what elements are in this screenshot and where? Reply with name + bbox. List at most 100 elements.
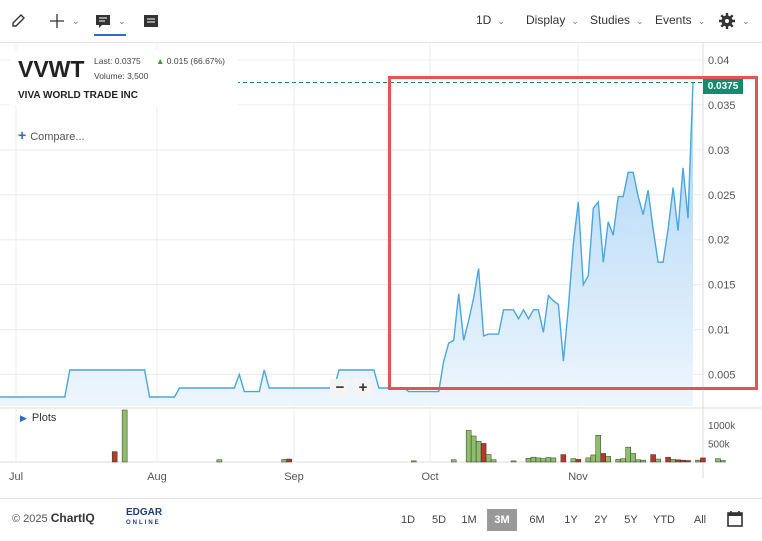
volume-bar [560,454,567,463]
range-button-1y[interactable]: 1Y [560,509,582,531]
chevron-down-icon: ⌄ [72,15,80,26]
range-button-ytd[interactable]: YTD [650,509,678,531]
chevron-down-icon: ⌄ [571,16,579,26]
plots-toggle[interactable]: ▶ Plots [20,412,56,424]
company-name: VIVA WORLD TRADE INC [18,90,138,101]
range-button-all[interactable]: All [689,509,711,531]
range-button-2y[interactable]: 2Y [590,509,612,531]
calendar-icon[interactable] [726,510,744,533]
volume-bar [655,458,661,463]
volume-bar [675,459,681,463]
x-tick-label: Nov [568,471,588,483]
chevron-down-icon: ⌄ [742,15,750,26]
range-button-5d[interactable]: 5D [428,509,450,531]
edgar-logo: EDGAR ONLINE [126,507,163,527]
zoom-out-button[interactable]: − [330,379,350,397]
volume-bar [545,457,552,463]
pencil-icon[interactable] [10,8,28,34]
display-menu[interactable]: Display ⌄ [526,13,579,27]
volume-bar [111,451,118,463]
chartiq-brand: ChartIQ [50,511,95,525]
volume-bar [550,457,557,463]
chevron-down-icon: ⌄ [497,16,505,26]
volume-bar [480,443,487,463]
table-icon[interactable] [142,8,160,34]
y-tick-label: 0.04 [708,55,729,67]
chevron-down-icon: ⌄ [697,16,706,26]
volume-bar [600,453,607,463]
volume-bar [475,440,482,463]
gear-icon[interactable]: ⌄ [718,8,750,34]
x-tick-label: Sep [284,471,304,483]
x-tick-label: Jul [9,471,23,483]
range-button-5y[interactable]: 5Y [620,509,642,531]
volume-bar [585,457,592,463]
volume-bar [575,459,582,463]
volume-bar [715,458,721,463]
volume-bar [281,459,287,463]
volume-bar [625,446,631,463]
volume-bar [595,435,602,463]
volume-bar [685,460,691,463]
copyright-text: © 2025 ChartIQ [12,511,95,525]
highlight-box [388,76,758,390]
volume-bar [615,459,621,463]
events-menu[interactable]: Events ⌄ [655,13,705,27]
volume-bar [640,459,646,463]
volume-bar [590,454,597,463]
expand-triangle-icon: ▶ [20,413,27,423]
symbol-header: VVWT Last: 0.0375 Volume: 3,500 ▲ 0.015 … [10,50,238,106]
compare-button[interactable]: + Compare... [18,127,85,143]
volume-stat: Volume: 3,500 [94,71,149,81]
symbol-label: VVWT [18,56,85,82]
chevron-down-icon: ⌄ [636,16,644,26]
range-button-1m[interactable]: 1M [458,509,480,531]
crosshair-icon[interactable]: ⌄ [48,8,80,34]
range-button-1d[interactable]: 1D [397,509,419,531]
volume-bar [540,458,547,463]
change-stat: ▲ 0.015 (66.67%) [156,56,225,66]
volume-bar [470,435,477,463]
range-button-3m[interactable]: 3M [487,509,517,531]
plus-icon: + [18,127,27,143]
x-tick-label: Oct [421,471,438,483]
volume-bar [680,459,686,463]
chart-footer: © 2025 ChartIQ EDGAR ONLINE 1D 5D 1M 3M 6M 1Y 2… [0,498,762,541]
volume-bar [525,458,532,463]
volume-bar [530,456,537,463]
volume-bar [510,460,517,463]
volume-bar [450,459,457,463]
volume-bar [465,430,472,463]
volume-bar [630,453,636,463]
x-tick-label: Aug [147,471,167,483]
volume-bar [216,459,223,463]
volume-bar [485,454,492,463]
range-button-6m[interactable]: 6M [526,509,548,531]
volume-tick-label: 500k [708,439,731,450]
volume-bar [121,409,128,463]
zoom-in-button[interactable]: + [353,379,373,397]
volume-bar [605,456,611,463]
chart-toolbar: ⌄ ⌄ 1D ⌄ Display ⌄ Studies ⌄ Events ⌄ ⌄ [0,0,762,43]
volume-bars [111,409,726,463]
comment-icon[interactable]: ⌄ [94,8,126,36]
volume-bar [720,460,726,463]
volume-bar [650,454,656,463]
volume-bar [570,458,577,463]
volume-bar [695,459,701,463]
x-axis: Jul Aug Sep Oct Nov [9,471,588,483]
volume-bar [535,457,542,463]
last-price-stat: Last: 0.0375 [94,56,141,66]
volume-bar [670,459,676,463]
volume-bar [286,458,292,463]
chevron-down-icon: ⌄ [118,15,126,26]
interval-menu[interactable]: 1D ⌄ [476,13,505,27]
volume-bar [490,459,497,463]
up-arrow-icon: ▲ [156,56,165,66]
volume-bar [665,456,671,463]
volume-bar [411,460,417,463]
volume-bar [700,457,706,463]
volume-tick-label: 1000k [708,421,736,432]
studies-menu[interactable]: Studies ⌄ [590,13,644,27]
volume-bar [635,459,641,463]
